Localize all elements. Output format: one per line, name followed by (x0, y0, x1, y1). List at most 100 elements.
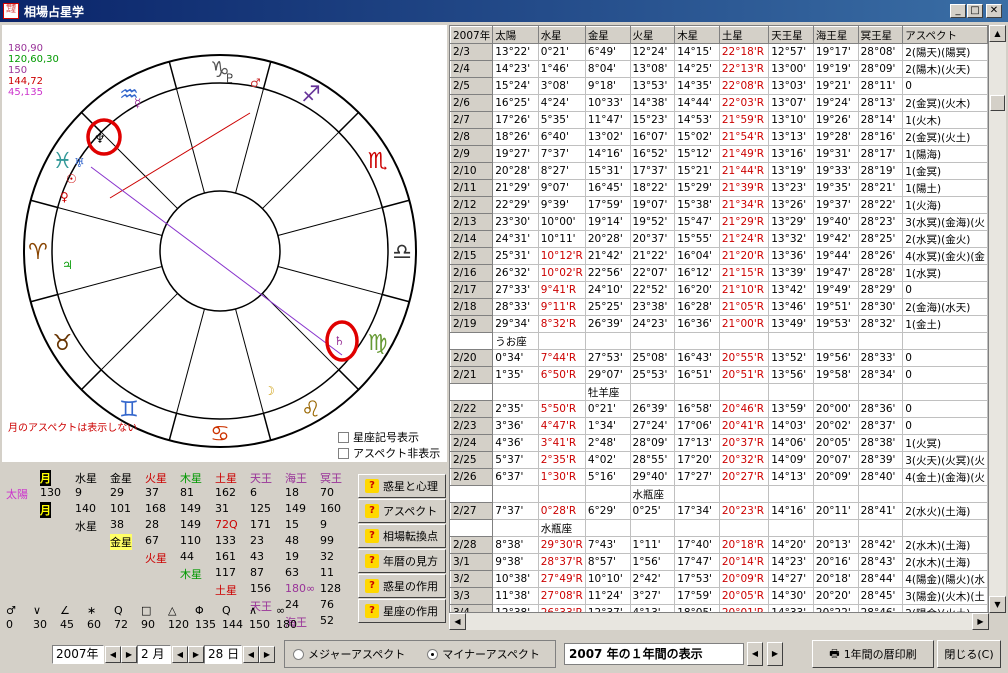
scroll-thumb[interactable] (990, 95, 1005, 111)
table-cell: 13°59' (768, 400, 814, 418)
table-row[interactable]: 2/18 28°33' 9°11'R 25°25' 23°38' 16°28' 21°05'… (450, 298, 988, 316)
table-cell (492, 383, 539, 401)
table-cell: 26°33'R (537, 604, 586, 612)
table-row[interactable]: 2/19 29°34' 8°32'R 26°39' 24°23' 16°36' 21°00'… (450, 315, 988, 333)
table-cell: 28°33' (492, 298, 539, 316)
table-row[interactable]: 2/27 7°37' 0°28'R 6°29' 0°25' 17°34' 20°23'R 14… (450, 502, 988, 520)
column-header: 木星 (674, 26, 720, 44)
table-row[interactable]: 2/6 16°25' 4°24' 10°33' 14°38' 14°44' 22°03'R 1… (450, 94, 988, 112)
maximize-button[interactable]: □ (967, 4, 983, 18)
day-prev-button[interactable]: ◀ (243, 646, 259, 663)
table-row[interactable]: 2/3 13°22' 0°21' 6°49' 12°24' 14°15' 22°18'R 12… (450, 43, 988, 61)
grid-value: 23 (250, 534, 264, 547)
month-next-button[interactable]: ▶ (188, 646, 204, 663)
close-window-button[interactable]: ✕ (986, 4, 1002, 18)
table-cell: 28°32' (857, 315, 904, 333)
aspect-help-button[interactable]: ? アスペクト (358, 499, 446, 523)
table-cell: 13°19' (768, 162, 814, 180)
scroll-down-button[interactable]: ▼ (989, 596, 1006, 613)
zodiac-sign-icon: ♐ (301, 82, 321, 107)
display-year-next-button[interactable]: ▶ (767, 642, 783, 666)
year-prev-button[interactable]: ◀ (105, 646, 121, 663)
checkbox-box[interactable] (338, 431, 349, 443)
table-row[interactable]: 2/8 18°26' 6°40' 13°02' 16°07' 15°02' 21°54'R 1… (450, 128, 988, 146)
horizontal-scrollbar[interactable]: ◀ ▶ (449, 613, 989, 630)
table-cell: 26°39' (584, 315, 631, 333)
ephemeris-table-container[interactable]: 2007年 太陽 水星 金星 火星 木星 土星 天王星 海王星 冥王星 アスペクト 2/3 13°22… (449, 25, 989, 613)
table-row[interactable]: 3/4 12°38' 26°33'R 12°37' 4°13' 18°05' 20°01'R… (450, 604, 988, 612)
table-row[interactable]: 2/9 19°27' 7°37' 14°16' 16°52' 15°12' 21°49'R 1… (450, 145, 988, 163)
scroll-right-button[interactable]: ▶ (972, 613, 989, 630)
hide-aspects-checkbox[interactable]: アスペクト非表示 (338, 445, 440, 461)
table-cell: 22°29' (492, 196, 539, 214)
house-line (277, 266, 383, 295)
table-cell: 20°16' (812, 553, 859, 571)
table-row[interactable]: 2/13 23°30' 10°00' 19°14' 19°52' 15°47' 21°29'… (450, 213, 988, 231)
table-row[interactable]: 2/22 2°35' 5°50'R 0°21' 26°39' 16°58' 20°46'R 1… (450, 400, 988, 418)
grid-value: 128 (320, 582, 341, 595)
minor-aspect-radio[interactable] (427, 648, 439, 660)
table-row[interactable]: 2/21 1°35' 6°50'R 29°07' 25°53' 16°51' 20°51'R… (450, 366, 988, 384)
checkbox-box[interactable] (338, 447, 349, 459)
table-row[interactable]: 2/5 15°24' 3°08' 9°18' 13°53' 14°35' 22°08'R 13… (450, 77, 988, 95)
display-year-prev-button[interactable]: ◀ (747, 642, 763, 666)
table-row[interactable]: 2/10 20°28' 8°27' 15°31' 17°37' 15°21' 21°44'R… (450, 162, 988, 180)
table-row[interactable]: 3/2 10°38' 27°49'R 10°10' 2°42' 17°53' 20°09'R… (450, 570, 988, 588)
table-cell: 3(水冥)(金海)(火 (902, 213, 988, 231)
grid-value: 32 (320, 550, 334, 563)
table-row[interactable]: 2/12 22°29' 9°39' 17°59' 19°07' 15°38' 21°34'R… (450, 196, 988, 214)
day-next-button[interactable]: ▶ (259, 646, 275, 663)
month-prev-button[interactable]: ◀ (172, 646, 188, 663)
table-row[interactable]: 2/24 4°36' 3°41'R 2°48' 28°09' 17°13' 20°37'R 1… (450, 434, 988, 452)
table-row[interactable]: 2/28 8°38' 29°30'R 7°43' 1°11' 17°40' 20°18'R 1… (450, 536, 988, 554)
table-row[interactable]: 2/16 26°32' 10°02'R 22°56' 22°07' 16°12' 21°15… (450, 264, 988, 282)
table-cell: 28°09' (629, 434, 676, 452)
year-next-button[interactable]: ▶ (121, 646, 137, 663)
table-row[interactable]: 2/7 17°26' 5°35' 11°47' 15°23' 14°53' 21°59'R 1… (450, 111, 988, 129)
sign-symbols-checkbox[interactable]: 星座記号表示 (338, 429, 419, 445)
turning-point-button[interactable]: ? 相場転換点 (358, 524, 446, 548)
major-aspect-radio[interactable] (293, 648, 304, 660)
table-cell: 16°12' (674, 264, 720, 282)
scroll-left-button[interactable]: ◀ (449, 613, 466, 630)
day-field[interactable]: 28 日 (204, 645, 242, 664)
year-label: 年 (86, 647, 99, 661)
major-aspect-label[interactable]: メジャーアスペクト (308, 646, 405, 662)
table-row[interactable]: 2/23 3°36' 4°47'R 1°34' 27°24' 17°06' 20°41'R 1… (450, 417, 988, 435)
horoscope-wheel[interactable]: ♈♉♊♋♌♍♎♏♐♑♒♓ ♇ ♂ ☿ ♆ ♅ ☉ ♀ ♃ ♄ ☽ (2, 25, 447, 462)
aspect-degree: 90 (141, 618, 155, 631)
table-row[interactable]: 2/17 27°33' 9°41'R 24°10' 22°52' 16°20' 21°10'… (450, 281, 988, 299)
sign-effects-button[interactable]: ? 星座の作用 (358, 599, 446, 623)
table-row[interactable]: 2/11 21°29' 9°07' 16°45' 18°22' 15°29' 21°39'R… (450, 179, 988, 197)
table-cell: 21°00'R (718, 315, 770, 333)
table-row[interactable]: 2/20 0°34' 7°44'R 27°53' 25°08' 16°43' 20°55'R… (450, 349, 988, 367)
sign-divider (80, 369, 102, 391)
table-row[interactable]: 3/3 11°38' 27°08'R 11°24' 3°27' 17°59' 20°05'R… (450, 587, 988, 605)
table-cell: 2(水冥)(金火) (902, 230, 988, 248)
calendar-guide-button[interactable]: ? 年暦の見方 (358, 549, 446, 573)
minimize-button[interactable]: _ (950, 4, 966, 18)
close-button[interactable]: 閉じる(C) (937, 640, 1001, 668)
table-cell (902, 519, 988, 537)
table-cell: 28°08' (857, 43, 904, 61)
month-field[interactable]: 2 月 (137, 645, 171, 664)
vertical-scrollbar[interactable]: ▲ ▼ (989, 25, 1006, 613)
planet-effects-button[interactable]: ? 惑星の作用 (358, 574, 446, 598)
year-field[interactable]: 2007年 (52, 645, 104, 664)
table-row[interactable]: 2/14 24°31' 10°11' 20°28' 20°37' 15°55' 21°24'… (450, 230, 988, 248)
table-row[interactable]: 3/1 9°38' 28°37'R 8°57' 1°56' 17°47' 20°14'R 14… (450, 553, 988, 571)
print-year-button[interactable]: 🖶 1年間の暦印刷 (812, 640, 934, 668)
planet-psychology-button[interactable]: ? 惑星と心理 (358, 474, 446, 498)
table-row[interactable]: 2/15 25°31' 10°12'R 21°42' 21°22' 16°04' 21°20… (450, 247, 988, 265)
table-cell: 13°23' (768, 179, 814, 197)
table-row[interactable]: 2/25 5°37' 2°35'R 4°02' 28°55' 17°20' 20°32'R 1… (450, 451, 988, 469)
table-cell: 20°37'R (718, 434, 770, 452)
table-cell: 20°55'R (718, 349, 770, 367)
grid-value: 67 (145, 534, 159, 547)
table-cell: 0 (902, 77, 988, 95)
scroll-up-button[interactable]: ▲ (989, 25, 1006, 42)
table-row[interactable]: 2/26 6°37' 1°30'R 5°16' 29°40' 17°27' 20°27'R 1… (450, 468, 988, 486)
table-row[interactable]: 2/4 14°23' 1°46' 8°04' 13°08' 14°25' 22°13'R 13… (450, 60, 988, 78)
row-date: 2/13 (450, 213, 494, 231)
minor-aspect-label[interactable]: マイナーアスペクト (442, 646, 540, 662)
